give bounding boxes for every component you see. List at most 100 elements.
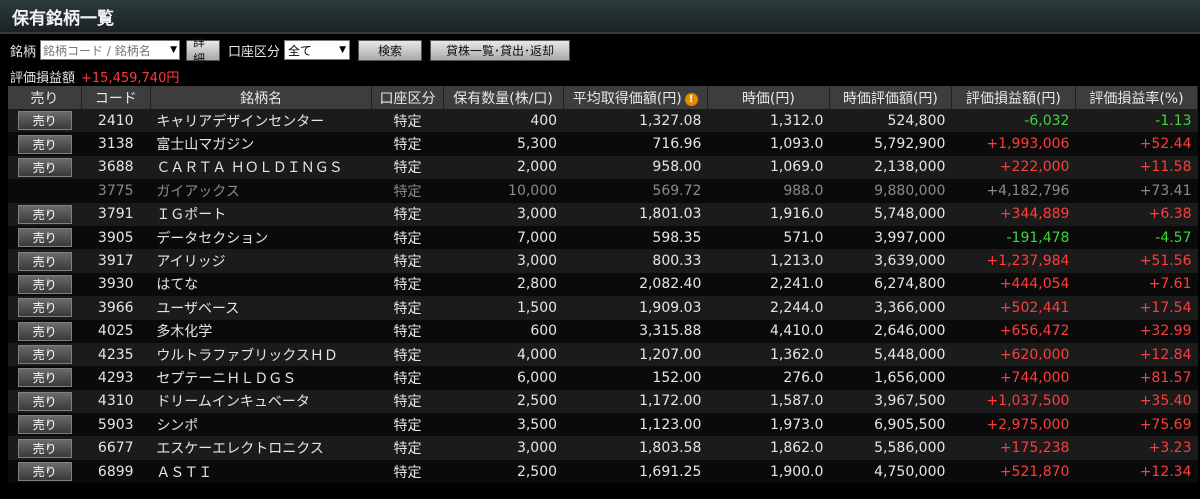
sell-cell: 売り — [8, 296, 82, 320]
quantity-cell: 3,000 — [443, 202, 564, 226]
name-cell: 富士山マガジン — [150, 132, 372, 156]
code-cell: 4310 — [81, 389, 151, 414]
table-row[interactable]: 売り 6677 エスケーエレクトロニクス 特定 3,000 1,803.58 1,862.0… — [8, 436, 1198, 460]
sell-cell: 売り — [8, 436, 82, 460]
avg-price-cell: 1,327.08 — [563, 109, 708, 133]
holdings-table: 売り コード 銘柄名 口座区分 保有数量(株/口) 平均取得価額(円)! 時価(… — [8, 86, 1199, 484]
quantity-cell: 6,000 — [443, 366, 564, 390]
sell-button[interactable]: 売り — [17, 134, 72, 154]
table-row[interactable]: 売り 3138 富士山マガジン 特定 5,300 716.96 1,093.0 5,792,9… — [8, 132, 1198, 156]
col-header-avg-price[interactable]: 平均取得価額(円)! — [563, 86, 708, 109]
profit-cell: -191,478 — [951, 225, 1076, 250]
account-cell: 特定 — [371, 366, 444, 390]
price-cell: 1,362.0 — [707, 342, 830, 367]
search-button[interactable]: 検索 — [358, 39, 423, 61]
table-row[interactable]: 売り 4293 セプテーニＨＬＤＧＳ 特定 6,000 152.00 276.0 1,656,… — [8, 366, 1198, 390]
table-row[interactable]: 売り 3930 はてな 特定 2,800 2,082.40 2,241.0 6,274,800… — [8, 272, 1198, 297]
table-row[interactable]: 3775 ガイアックス 特定 10,000 569.72 988.0 9,880,000 +4… — [8, 179, 1198, 203]
price-cell: 571.0 — [707, 225, 830, 250]
table-row[interactable]: 売り 3966 ユーザベース 特定 1,500 1,909.03 2,244.0 3,366,… — [8, 296, 1198, 320]
code-cell: 3930 — [81, 272, 151, 297]
profit-cell: +4,182,796 — [951, 179, 1076, 203]
code-cell: 3791 — [81, 202, 151, 226]
col-header-name[interactable]: 銘柄名 — [150, 86, 373, 109]
avg-price-cell: 716.96 — [563, 132, 708, 156]
profit-rate-cell: +12.84 — [1075, 342, 1198, 367]
avg-price-cell: 1,909.03 — [563, 296, 708, 320]
price-cell: 1,973.0 — [707, 413, 830, 437]
table-row[interactable]: 売り 4025 多木化学 特定 600 3,315.88 4,410.0 2,646,000 +… — [8, 319, 1198, 343]
profit-cell: +344,889 — [951, 202, 1076, 226]
lending-list-button[interactable]: 貸株一覧･貸出･返却 — [430, 39, 571, 61]
table-row[interactable]: 売り 4310 ドリームインキュベータ 特定 2,500 1,172.00 1,587.0 3… — [8, 389, 1198, 414]
sell-cell: 売り — [8, 459, 82, 484]
account-select[interactable]: 全て ▼ — [284, 40, 351, 60]
profit-rate-cell: -1.13 — [1075, 109, 1198, 133]
profit-rate-cell: +32.99 — [1075, 319, 1198, 343]
sell-button[interactable]: 売り — [17, 251, 72, 271]
table-row[interactable]: 売り 5903 シンポ 特定 3,500 1,123.00 1,973.0 6,905,500… — [8, 413, 1198, 437]
table-row[interactable]: 売り 3905 データセクション 特定 7,000 598.35 571.0 3,997,00… — [8, 225, 1198, 250]
profit-rate-cell: +11.58 — [1075, 155, 1198, 180]
name-cell: アイリッジ — [150, 249, 372, 273]
col-header-market-value[interactable]: 時価評価額(円) — [829, 86, 952, 109]
col-header-account[interactable]: 口座区分 — [371, 86, 444, 109]
sell-button[interactable]: 売り — [17, 274, 72, 294]
table-row[interactable]: 売り 3917 アイリッジ 特定 3,000 800.33 1,213.0 3,639,000… — [8, 249, 1198, 273]
code-cell: 3917 — [81, 249, 151, 273]
profit-rate-cell: +3.23 — [1075, 436, 1198, 460]
profit-rate-cell: +17.54 — [1075, 296, 1198, 320]
account-cell: 特定 — [371, 225, 444, 250]
avg-price-header-label: 平均取得価額(円) — [572, 90, 682, 107]
quantity-cell: 400 — [443, 109, 564, 133]
code-cell: 3775 — [81, 179, 151, 203]
price-cell: 1,916.0 — [707, 202, 830, 226]
profit-cell: +656,472 — [951, 319, 1076, 343]
sell-button[interactable]: 売り — [17, 415, 72, 435]
code-cell: 4025 — [81, 319, 151, 343]
profit-rate-cell: +6.38 — [1075, 202, 1198, 226]
sell-button[interactable]: 売り — [17, 391, 72, 411]
table-row[interactable]: 売り 3791 ＩＧポート 特定 3,000 1,801.03 1,916.0 5,748,0… — [8, 202, 1198, 226]
name-cell: ガイアックス — [150, 179, 372, 203]
sell-button[interactable]: 売り — [17, 345, 72, 365]
name-cell: データセクション — [150, 225, 372, 250]
account-cell: 特定 — [371, 413, 444, 437]
detail-button[interactable]: 詳細 — [186, 35, 221, 66]
col-header-profit[interactable]: 評価損益額(円) — [951, 86, 1076, 109]
col-header-code[interactable]: コード — [81, 86, 151, 109]
name-cell: セプテーニＨＬＤＧＳ — [150, 366, 372, 390]
price-cell: 2,241.0 — [707, 272, 830, 297]
sell-button[interactable]: 売り — [17, 111, 72, 131]
profit-rate-cell: +81.57 — [1075, 366, 1198, 390]
sell-button[interactable]: 売り — [17, 438, 72, 458]
name-cell: ウルトラファブリックスＨＤ — [150, 342, 372, 367]
price-cell: 4,410.0 — [707, 319, 830, 343]
info-icon[interactable]: ! — [684, 92, 698, 106]
sell-cell: 売り — [8, 272, 82, 297]
market-value-cell: 5,748,000 — [829, 202, 952, 226]
sell-button[interactable]: 売り — [17, 368, 72, 388]
sell-button[interactable]: 売り — [17, 298, 72, 318]
sell-button[interactable]: 売り — [17, 157, 72, 177]
table-row[interactable]: 売り 2410 キャリアデザインセンター 特定 400 1,327.08 1,312.0 52… — [8, 109, 1198, 133]
market-value-cell: 3,997,000 — [829, 225, 952, 250]
price-cell: 2,244.0 — [707, 296, 830, 320]
table-row[interactable]: 売り 6899 ＡＳＴＩ 特定 2,500 1,691.25 1,900.0 4,750,00… — [8, 459, 1198, 484]
col-header-profit-rate[interactable]: 評価損益率(%) — [1075, 86, 1199, 109]
sell-button[interactable]: 売り — [17, 204, 72, 224]
quantity-cell: 3,000 — [443, 249, 564, 273]
stock-search-select[interactable]: 銘柄コード / 銘柄名 ▼ — [40, 40, 181, 60]
price-cell: 988.0 — [707, 179, 830, 203]
profit-rate-cell: +75.69 — [1075, 413, 1198, 437]
price-cell: 1,587.0 — [707, 389, 830, 414]
account-cell: 特定 — [371, 459, 444, 484]
sell-button[interactable]: 売り — [17, 321, 72, 341]
sell-button[interactable]: 売り — [17, 462, 72, 482]
col-header-quantity[interactable]: 保有数量(株/口) — [443, 86, 564, 109]
market-value-cell: 5,792,900 — [829, 132, 952, 156]
table-row[interactable]: 売り 4235 ウルトラファブリックスＨＤ 特定 4,000 1,207.00 1,362.… — [8, 342, 1198, 367]
col-header-price[interactable]: 時価(円) — [707, 86, 830, 109]
table-row[interactable]: 売り 3688 ＣＡＲＴＡ ＨＯＬＤＩＮＧＳ 特定 2,000 958.00 1,069.0… — [8, 155, 1198, 180]
sell-button[interactable]: 売り — [17, 228, 72, 248]
